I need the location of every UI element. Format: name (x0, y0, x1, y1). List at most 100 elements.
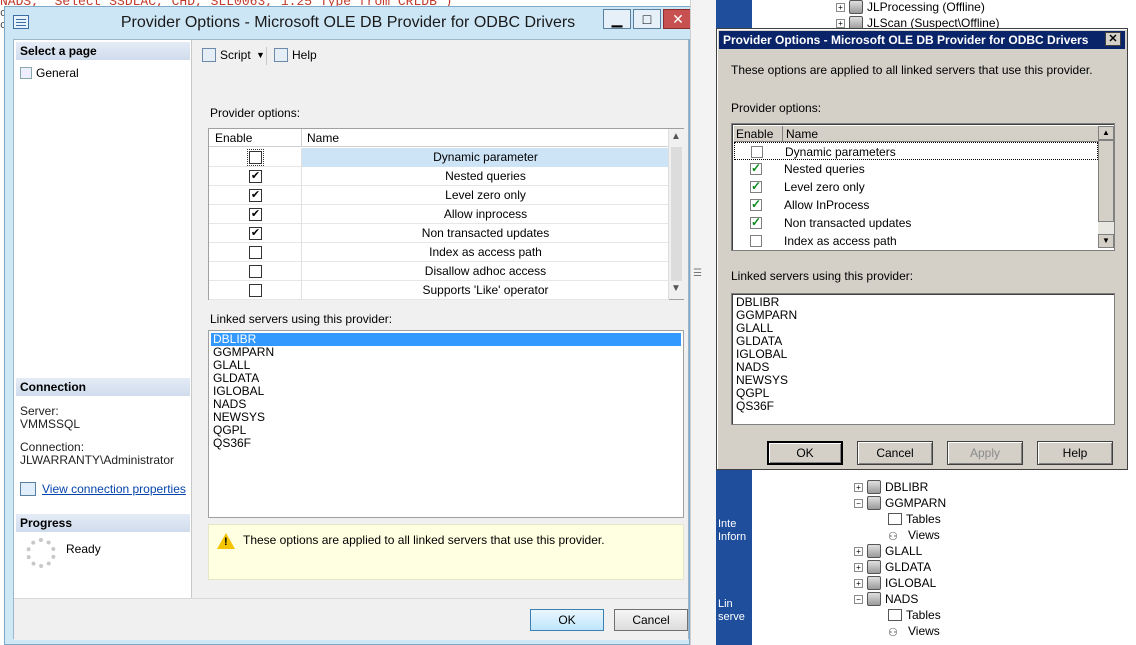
script-button[interactable]: Script (202, 48, 251, 62)
tree-item[interactable]: Tables (888, 608, 941, 622)
ok-button[interactable]: OK (530, 609, 604, 631)
connection-label: Connection: (20, 440, 85, 454)
grid-scrollbar[interactable]: ▲ ▼ (668, 129, 684, 299)
cancel-button[interactable]: Cancel (614, 609, 688, 631)
scroll-thumb[interactable] (671, 147, 682, 281)
column-divider[interactable] (782, 126, 783, 142)
scroll-up-icon[interactable]: ▲ (671, 131, 681, 142)
scroll-up-icon[interactable]: ▲ (1098, 126, 1114, 140)
option-row[interactable]: ✓ Nested queries (734, 160, 1098, 178)
close-button[interactable]: ✕ (663, 9, 693, 29)
enable-checkbox[interactable]: ✓ (750, 180, 762, 193)
grid-scrollbar[interactable]: ▲ ▼ (1098, 126, 1114, 248)
column-divider[interactable] (301, 129, 302, 147)
tree-item-label: GGMPARN (885, 496, 947, 510)
window-splitter[interactable]: ☰ (690, 0, 716, 645)
database-icon (867, 496, 881, 510)
page-item-general[interactable]: General (20, 66, 79, 80)
enable-checkbox[interactable]: ✔ (249, 189, 262, 202)
enable-checkbox[interactable]: ✓ (750, 198, 762, 211)
expand-icon[interactable]: − (854, 499, 863, 508)
linked-server-item[interactable]: GLDATA (211, 372, 681, 385)
linked-server-item[interactable]: NEWSYS (211, 411, 681, 424)
option-row[interactable]: ✔ Allow inprocess (209, 205, 669, 224)
tree-item[interactable]: + GLALL (854, 544, 922, 558)
expand-icon[interactable]: + (854, 483, 863, 492)
ok-button[interactable]: OK (767, 441, 843, 465)
help-button[interactable]: Help (274, 48, 317, 62)
linked-server-item[interactable]: IGLOBAL (211, 385, 681, 398)
enable-checkbox[interactable]: ✓ (750, 162, 762, 175)
option-row[interactable]: ✓ Allow InProcess (734, 196, 1098, 214)
enable-column-header[interactable]: Enable (736, 127, 773, 141)
option-row[interactable]: ✔ Nested queries (209, 167, 669, 186)
option-row[interactable]: Index as access path (734, 232, 1098, 250)
option-row[interactable]: Dynamic parameter (209, 148, 669, 167)
expand-icon[interactable]: + (854, 547, 863, 556)
linked-server-item[interactable]: DBLIBR (211, 333, 681, 346)
tree-item[interactable]: ⚇ Views (888, 528, 940, 543)
option-row[interactable]: Index as access path (209, 243, 669, 262)
enable-checkbox[interactable] (249, 265, 262, 278)
enable-checkbox[interactable]: ✔ (249, 208, 262, 221)
scroll-thumb[interactable] (1098, 140, 1114, 222)
tree-item[interactable]: Tables (888, 512, 941, 526)
option-name: Allow InProcess (784, 198, 870, 212)
expand-icon[interactable]: − (854, 595, 863, 604)
enable-checkbox[interactable] (750, 235, 762, 247)
option-row[interactable]: ✓ Non transacted updates (734, 214, 1098, 232)
expand-icon[interactable]: + (836, 3, 845, 12)
title-bar[interactable]: Provider Options - Microsoft OLE DB Prov… (5, 7, 693, 39)
enable-checkbox[interactable]: ✔ (249, 170, 262, 183)
option-row[interactable]: Supports 'Like' operator (209, 281, 669, 300)
cancel-button[interactable]: Cancel (857, 441, 933, 465)
linked-server-item[interactable]: NADS (211, 398, 681, 411)
minimize-button[interactable]: ▁ (603, 9, 631, 29)
name-column-header[interactable]: Name (786, 127, 818, 141)
linked-server-item[interactable]: QGPL (211, 424, 681, 437)
scroll-down-icon[interactable]: ▼ (671, 283, 681, 294)
enable-checkbox[interactable] (751, 146, 763, 158)
connection-value: JLWARRANTY\Administrator (20, 453, 175, 467)
option-row[interactable]: ✔ Non transacted updates (209, 224, 669, 243)
enable-checkbox[interactable] (249, 284, 262, 297)
linked-server-item[interactable]: QS36F (211, 437, 681, 450)
tree-item[interactable]: ⚇ Views (888, 624, 940, 639)
tree-item[interactable]: − NADS (854, 592, 918, 606)
enable-checkbox[interactable]: ✔ (249, 227, 262, 240)
enable-checkbox[interactable]: ✓ (750, 216, 762, 229)
tree-item[interactable]: + GLDATA (854, 560, 931, 574)
enable-column-header[interactable]: Enable (215, 131, 252, 145)
splitter-grip-icon: ☰ (693, 268, 702, 279)
apply-button[interactable]: Apply (947, 441, 1023, 465)
help-button[interactable]: Help (1037, 441, 1113, 465)
tree-item[interactable]: + IGLOBAL (854, 576, 936, 590)
expand-icon[interactable]: + (836, 19, 845, 28)
linked-servers-list[interactable]: DBLIBR GGMPARN GLALL GLDATA IGLOBAL NADS NEWSY… (731, 293, 1115, 425)
option-row[interactable]: ✔ Level zero only (209, 186, 669, 205)
scroll-down-icon[interactable]: ▼ (1098, 234, 1114, 248)
close-button[interactable]: ✕ (1105, 32, 1121, 46)
database-icon (867, 560, 881, 574)
progress-spinner-icon (26, 538, 56, 568)
linked-server-item[interactable]: QS36F (736, 400, 774, 413)
title-bar[interactable]: Provider Options - Microsoft OLE DB Prov… (719, 31, 1125, 49)
linked-server-item[interactable]: GGMPARN (211, 346, 681, 359)
tree-item[interactable]: − GGMPARN (854, 496, 946, 510)
expand-icon[interactable]: + (854, 579, 863, 588)
option-row[interactable]: Disallow adhoc access (209, 262, 669, 281)
desktop-label: Inforn (718, 531, 747, 543)
name-column-header[interactable]: Name (307, 131, 339, 145)
tree-item[interactable]: + JLProcessing (Offline) (836, 0, 985, 14)
linked-servers-list[interactable]: DBLIBR GGMPARN GLALL GLDATA IGLOBAL NADS NEWSY… (208, 330, 684, 518)
linked-server-item[interactable]: GLALL (211, 359, 681, 372)
view-connection-properties-link[interactable]: View connection properties (20, 482, 186, 496)
expand-icon[interactable]: + (854, 563, 863, 572)
maximize-button[interactable]: □ (633, 9, 661, 29)
enable-checkbox[interactable] (249, 246, 262, 259)
tree-item[interactable]: + DBLIBR (854, 480, 928, 494)
enable-checkbox[interactable] (247, 149, 264, 166)
script-dropdown-icon[interactable]: ▼ (256, 50, 265, 60)
option-row[interactable]: ✓ Level zero only (734, 178, 1098, 196)
option-row[interactable]: Dynamic parameters (734, 142, 1098, 160)
